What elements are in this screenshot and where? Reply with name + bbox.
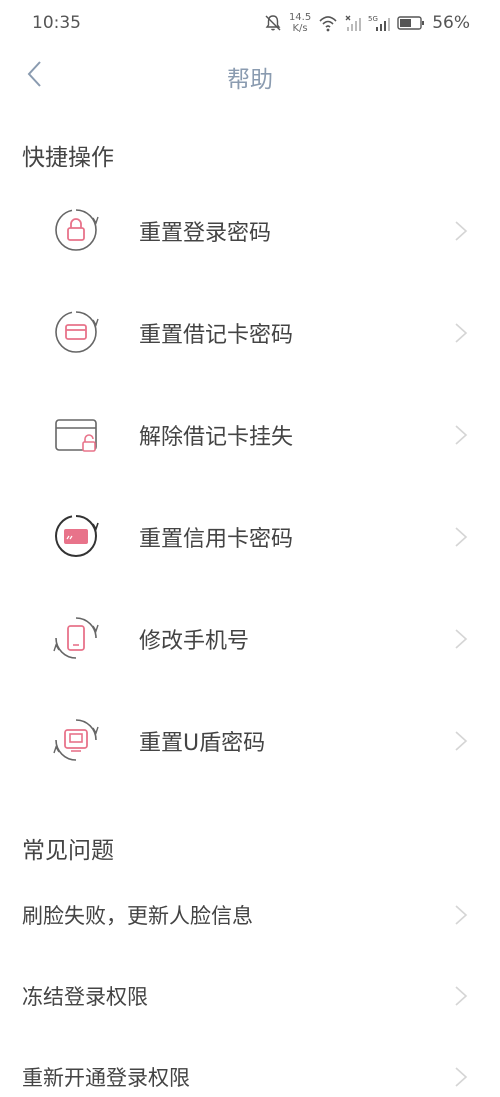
faq-title: 常见问题	[22, 838, 114, 864]
quick-item-label: 重置U盾密码	[139, 731, 266, 756]
mute-bell-icon	[265, 15, 281, 31]
ukey-reset-icon	[53, 719, 99, 761]
lock-reset-icon	[55, 209, 99, 251]
chevron-right-icon	[455, 221, 468, 241]
nav-bar: 帮助	[0, 48, 500, 100]
status-bar: 10:35 14.5 K/s 5G 56%	[0, 0, 500, 48]
chevron-right-icon	[455, 986, 468, 1006]
chevron-right-icon	[455, 323, 468, 343]
status-icons: 14.5 K/s 5G 56%	[264, 10, 470, 36]
chevron-right-icon	[455, 905, 468, 925]
chevron-right-icon	[455, 1067, 468, 1087]
card-reset-icon	[55, 311, 99, 353]
faq-item-update-face[interactable]: 刷脸失败，更新人脸信息	[0, 874, 500, 954]
faq-item-label: 冻结登录权限	[22, 985, 148, 1009]
faq-item-label: 重新开通登录权限	[22, 1066, 190, 1090]
svg-text:5G: 5G	[368, 15, 378, 23]
quick-item-reset-credit-password[interactable]: 重置信用卡密码	[0, 488, 500, 588]
credit-card-reset-icon	[54, 515, 99, 558]
quick-item-label: 解除借记卡挂失	[139, 425, 294, 450]
signal-5g-icon: 5G	[368, 15, 391, 31]
quick-item-label: 重置信用卡密码	[139, 527, 294, 552]
phone-reset-icon	[53, 617, 99, 659]
wifi-icon	[319, 16, 337, 32]
chevron-right-icon	[455, 629, 468, 649]
page-title: 帮助	[227, 67, 273, 93]
quick-item-label: 修改手机号	[139, 629, 250, 654]
network-speed: 14.5 K/s	[288, 12, 312, 34]
chevron-right-icon	[455, 527, 468, 547]
battery-icon	[397, 16, 425, 30]
quick-item-change-phone[interactable]: 修改手机号	[0, 590, 500, 690]
quick-item-reset-debit-password[interactable]: 重置借记卡密码	[0, 284, 500, 384]
card-unlock-icon	[55, 419, 97, 452]
chevron-right-icon	[455, 731, 468, 751]
quick-item-reset-ukey-password[interactable]: 重置U盾密码	[0, 692, 500, 792]
quick-item-reset-login-password[interactable]: 重置登录密码	[0, 182, 500, 282]
quick-item-label: 重置借记卡密码	[139, 323, 294, 348]
quick-item-label: 重置登录密码	[139, 221, 272, 246]
status-time: 10:35	[32, 13, 81, 33]
faq-item-label: 刷脸失败，更新人脸信息	[22, 904, 253, 928]
signal-x-icon	[345, 15, 362, 31]
chevron-right-icon	[455, 425, 468, 445]
battery-percent: 56%	[432, 13, 470, 33]
faq-item-reopen-login[interactable]: 重新开通登录权限	[0, 1036, 500, 1097]
faq-item-freeze-login[interactable]: 冻结登录权限	[0, 955, 500, 1035]
quick-item-unlock-debit-card[interactable]: 解除借记卡挂失	[0, 386, 500, 486]
quick-actions-title: 快捷操作	[22, 145, 114, 171]
